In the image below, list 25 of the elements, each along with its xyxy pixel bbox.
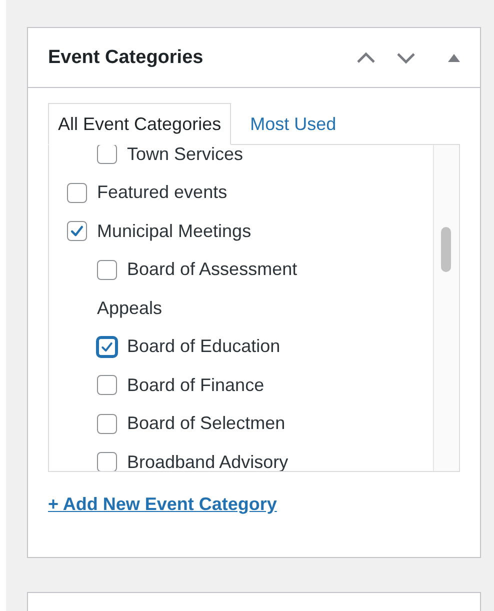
triangle-up-icon[interactable] [448, 54, 460, 62]
checkbox[interactable] [97, 260, 117, 280]
category-label: Appeals [97, 297, 162, 320]
tab[interactable]: Most Used [240, 103, 346, 145]
tab[interactable]: All Event Categories [48, 103, 232, 145]
scrollbar[interactable] [433, 145, 459, 471]
checkbox[interactable] [67, 221, 87, 242]
checkbox[interactable] [97, 452, 117, 471]
category-label: Featured events [97, 182, 228, 204]
checkbox[interactable] [97, 414, 117, 434]
checkbox[interactable] [97, 375, 117, 396]
category-label: Board of Selectmen [127, 413, 286, 434]
category-label: Town Services [127, 145, 244, 165]
category-label: Municipal Meetings [97, 220, 252, 242]
scrollbar-thumb[interactable] [441, 227, 451, 272]
chevron-up-icon[interactable] [356, 52, 376, 64]
category-label: Board of Finance [127, 374, 264, 396]
chevron-down-icon[interactable] [396, 52, 416, 64]
category-label: Board of Education [127, 336, 280, 358]
checkbox[interactable] [97, 145, 117, 164]
category-label: Board of Assessment [127, 259, 298, 280]
checkbox[interactable] [97, 336, 117, 357]
checkbox[interactable] [67, 182, 87, 203]
add-category-link[interactable]: + Add New Event Category [48, 494, 277, 515]
panel-title: Event Categories [48, 46, 204, 68]
